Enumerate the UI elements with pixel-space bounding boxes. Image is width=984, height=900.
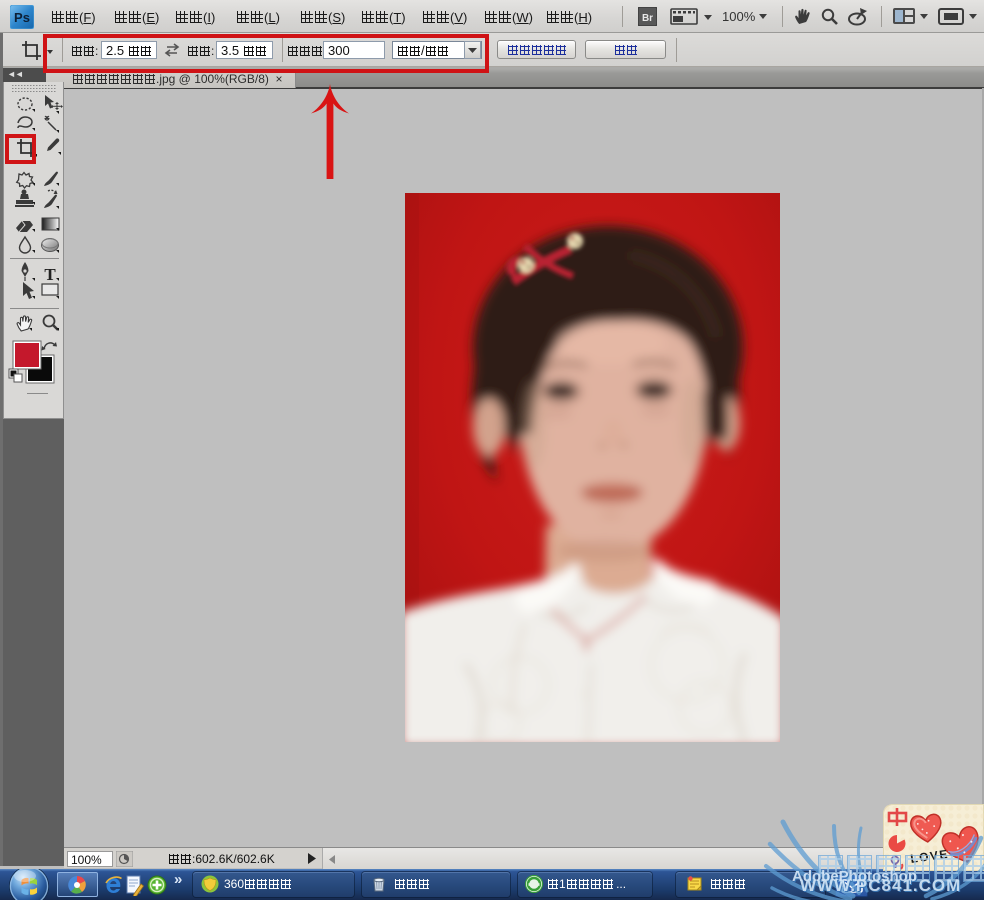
svg-text:Br: Br <box>642 13 653 24</box>
svg-text:Ps: Ps <box>14 10 30 25</box>
svg-text:T: T <box>44 265 56 284</box>
